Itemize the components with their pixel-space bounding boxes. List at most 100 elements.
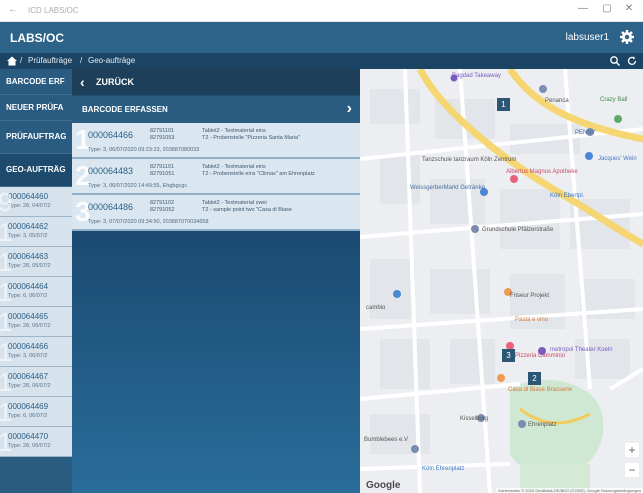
map-label: Köln Ebertpl.: [550, 193, 585, 199]
list-item[interactable]: 1 000064467 Type: 28, 06/07/2: [0, 367, 72, 397]
list-item-index: 1: [0, 367, 13, 397]
map-label: Crazy Ball: [600, 97, 628, 103]
list-item-number: 000064465: [8, 312, 49, 321]
google-logo: Google: [366, 480, 401, 491]
card-description: Tablet2 - Testmaterial eins T2 - Probenst…: [202, 164, 315, 178]
list-item[interactable]: 1 000064462 Type: 3, 05/07/2: [0, 217, 72, 247]
map-label: Penanca: [545, 98, 569, 104]
breadcrumb-separator: /: [20, 56, 23, 65]
list-item[interactable]: 1 000064465 Type: 28, 06/07/2: [0, 307, 72, 337]
map-view[interactable]: Bagdad Takeaway Penanca Crazy Ball PENNY…: [360, 69, 643, 493]
sidebar-item-neuer-pruefauftrag[interactable]: NEUER PRÜFA: [0, 95, 72, 121]
map-marker-1[interactable]: 1: [497, 98, 510, 111]
list-item-index: 9: [0, 187, 13, 217]
list-item[interactable]: 9 000064460 Type: 28, 04/07/2: [0, 187, 72, 217]
user-name[interactable]: labsuser1: [566, 32, 609, 43]
sidebar-item-barcode[interactable]: BARCODE ERF: [0, 69, 72, 95]
map-label: Bagdad Takeaway: [452, 73, 501, 79]
card-type: Type: 3, 06/07/2020 09:23:23, 2038870800…: [88, 147, 200, 153]
zoom-in-button[interactable]: +: [625, 443, 639, 457]
gear-icon[interactable]: [619, 29, 635, 45]
app-title: LABS/OC: [10, 31, 64, 45]
list-item-index: 1: [0, 397, 13, 427]
chevron-right-icon[interactable]: ›: [347, 100, 352, 118]
list-item-number: 000064464: [8, 282, 49, 291]
list-item-number: 000064462: [8, 222, 49, 231]
map-canvas[interactable]: [360, 69, 643, 493]
card-codes: 82791101 82791051: [150, 164, 174, 178]
list-item-index: 1: [0, 427, 13, 457]
barcode-card[interactable]: 3 000064486 82791102 82791052 Tablet2 - T…: [72, 195, 360, 231]
list-item-type: Type: 28, 06/07/2: [8, 323, 51, 329]
card-code-2: 82791053: [150, 135, 175, 141]
list-item-type: Type: 28, 05/07/2: [8, 263, 51, 269]
map-label: Casa di Biase Brasserie: [508, 387, 573, 393]
map-marker-2[interactable]: 2: [528, 372, 541, 385]
card-code-1: 82791101: [150, 164, 175, 170]
list-item[interactable]: 1 000064470 Type: 28, 06/07/2: [0, 427, 72, 457]
list-item-index: 1: [0, 247, 13, 277]
list-item-type: Type: 3, 06/07/2: [8, 353, 48, 359]
map-label: Ehrenplatz: [528, 422, 557, 428]
card-desc-2: T2 - sample point two "Casa di Biase: [202, 207, 292, 213]
list-item-number: 000064460: [8, 192, 49, 201]
map-label: Friseur Projekt: [510, 293, 550, 299]
list-item[interactable]: 1 000064466 Type: 3, 06/07/2: [0, 337, 72, 367]
breadcrumb-geo-auftraege: Geo-aufträge: [88, 56, 136, 65]
card-desc-1: Tablet2 - Testmaterial zwei: [202, 200, 267, 206]
card-type: Type: 3, 06/07/2020 14:49:55, Ehgbgcgc: [88, 183, 188, 189]
sidebar-item-pruefauftraege[interactable]: PRÜFAUFTRAG: [0, 121, 72, 154]
barcode-panel: ‹ ZURÜCK BARCODE ERFASSEN › 1 000064466 …: [72, 69, 360, 493]
card-barcode: 000064466: [88, 130, 134, 140]
map-label: WeissgerberMarkt Getränke: [410, 185, 485, 191]
list-item-index: 1: [0, 337, 13, 367]
map-label: Bumblebees e.V: [364, 437, 409, 443]
card-description: Tablet2 - Testmaterial eins T2 - Probenst…: [202, 128, 300, 142]
map-marker-3[interactable]: 3: [502, 349, 515, 362]
home-icon[interactable]: [6, 55, 18, 67]
map-copyright: Kartendaten © 2020 GeoBasis-DE/BKG (©200…: [496, 488, 643, 493]
map-label: Kisselburg: [460, 416, 489, 422]
map-label: Tanzschule tanzraum Köln Zentrum: [422, 157, 517, 163]
barcode-card-list: 1 000064466 82791101 82791053 Tablet2 - T…: [72, 123, 360, 231]
window-back-icon[interactable]: ←: [8, 4, 18, 15]
search-icon[interactable]: [609, 55, 621, 67]
breadcrumb-pruefauftraege[interactable]: Prüfaufträge: [28, 56, 72, 65]
list-item-index: 1: [0, 277, 13, 307]
list-item-number: 000064463: [8, 252, 49, 261]
close-button[interactable]: ✕: [621, 3, 637, 14]
list-item[interactable]: 1 000064469 Type: 6, 06/07/2: [0, 397, 72, 427]
back-button[interactable]: ZURÜCK: [96, 77, 134, 87]
back-bar[interactable]: ‹ ZURÜCK: [72, 69, 360, 95]
list-item-type: Type: 6, 06/07/2: [8, 293, 48, 299]
card-type: Type: 3, 07/07/2020 09:34:50, 2038870700…: [88, 219, 209, 225]
minimize-button[interactable]: —: [575, 3, 591, 14]
list-item-number: 000064466: [8, 342, 49, 351]
breadcrumb: / Prüfaufträge / Geo-aufträge: [0, 53, 643, 69]
card-code-2: 82791051: [150, 171, 175, 177]
panel-title-bar[interactable]: BARCODE ERFASSEN ›: [72, 96, 360, 123]
card-description: Tablet2 - Testmaterial zwei T2 - sample p…: [202, 200, 292, 214]
card-code-1: 82791101: [150, 128, 175, 134]
map-label: PENNY: [575, 130, 596, 136]
barcode-card[interactable]: 1 000064466 82791101 82791053 Tablet2 - T…: [72, 123, 360, 159]
map-label: Pizzeria Camminio: [515, 353, 566, 359]
map-label: Jacques' Wein: [598, 156, 637, 162]
map-label: cambio: [366, 305, 386, 311]
map-label: Grundschule Pfälzerstraße: [482, 227, 554, 233]
app-header: LABS/OC labsuser1: [0, 22, 643, 53]
list-item[interactable]: 1 000064463 Type: 28, 05/07/2: [0, 247, 72, 277]
maximize-button[interactable]: ▢: [599, 3, 615, 14]
chevron-left-icon[interactable]: ‹: [80, 74, 85, 90]
list-item[interactable]: 1 000064464 Type: 6, 06/07/2: [0, 277, 72, 307]
card-desc-2: T2 - Probenstelle "Pizzeria Santa Maria": [202, 135, 301, 141]
zoom-out-button[interactable]: −: [625, 463, 639, 477]
barcode-card[interactable]: 2 000064483 82791101 82791051 Tablet2 - T…: [72, 159, 360, 195]
list-item-type: Type: 3, 05/07/2: [8, 233, 48, 239]
list-item-index: 1: [0, 307, 13, 337]
card-desc-2: T2 - Probenstelle eins "Climax" am Ehren…: [202, 171, 315, 177]
sidebar-item-geo-auftraege[interactable]: GEO-AUFTRÄG: [0, 154, 72, 187]
card-desc-1: Tablet2 - Testmaterial eins: [202, 128, 266, 134]
refresh-icon[interactable]: [626, 55, 638, 67]
list-item-number: 000064469: [8, 402, 49, 411]
